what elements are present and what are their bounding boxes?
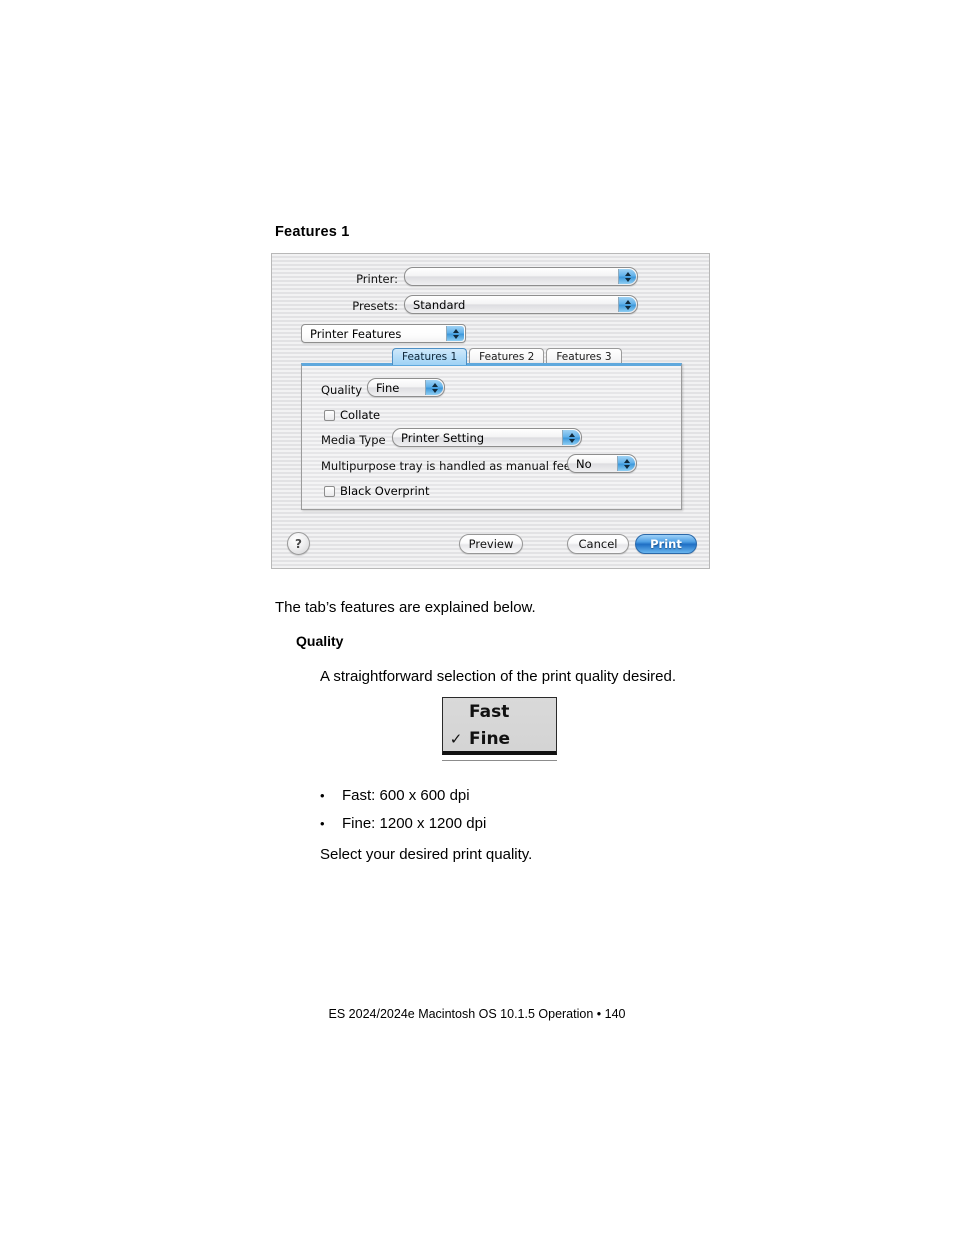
collate-checkbox[interactable] <box>324 409 335 421</box>
list-item-label: Fast: 600 x 600 dpi <box>342 787 470 804</box>
print-dialog: Printer: Presets: Standard Printer Featu… <box>271 253 710 569</box>
menu-item-label: Fine <box>469 728 511 749</box>
stepper-arrows-icon <box>425 380 443 395</box>
bullet-icon: • <box>320 788 325 803</box>
features-1-panel: Quality Fine Collate Media Type Printer … <box>301 363 682 510</box>
manual-feed-popup-value: No <box>576 456 592 471</box>
collate-checkbox-row[interactable]: Collate <box>324 408 380 422</box>
black-overprint-label: Black Overprint <box>340 484 430 498</box>
media-type-label: Media Type <box>321 433 386 447</box>
menu-screenshot-underline <box>442 760 557 761</box>
presets-label: Presets: <box>352 299 398 313</box>
preview-button-label: Preview <box>468 537 514 551</box>
help-icon: ? <box>295 536 302 551</box>
intro-paragraph: The tab’s features are explained below. <box>275 599 536 616</box>
collate-label: Collate <box>340 408 381 422</box>
stepper-arrows-icon <box>562 430 580 445</box>
quality-menu-screenshot: Fast ✓ Fine <box>442 697 557 755</box>
tab-label: Features 2 <box>479 351 535 363</box>
manual-feed-label: Multipurpose tray is handled as manual f… <box>321 459 579 473</box>
black-overprint-checkbox-row[interactable]: Black Overprint <box>324 484 429 498</box>
print-button-label: Print <box>650 537 682 551</box>
quality-popup-value: Fine <box>376 380 400 395</box>
quality-label: Quality <box>321 383 363 397</box>
cancel-button-label: Cancel <box>578 537 618 551</box>
page-heading: Features 1 <box>275 224 350 240</box>
checkmark-icon: ✓ <box>449 729 463 748</box>
menu-item-fine[interactable]: ✓ Fine <box>443 725 556 752</box>
quality-popup[interactable]: Fine <box>367 378 445 397</box>
print-button[interactable]: Print <box>635 534 697 554</box>
stepper-arrows-icon <box>618 269 636 284</box>
quality-paragraph: A straightforward selection of the print… <box>320 668 677 685</box>
help-button[interactable]: ? <box>287 532 310 555</box>
presets-popup-value: Standard <box>413 297 466 312</box>
stepper-arrows-icon <box>618 297 636 312</box>
quality-sub-heading: Quality <box>296 633 344 649</box>
media-type-popup-value: Printer Setting <box>401 430 485 445</box>
list-item-label: Fine: 1200 x 1200 dpi <box>342 815 487 832</box>
stepper-arrows-icon <box>446 326 464 341</box>
printer-label: Printer: <box>356 272 398 286</box>
closing-paragraph: Select your desired print quality. <box>320 846 533 863</box>
tab-label: Features 3 <box>556 351 612 363</box>
printer-popup[interactable] <box>404 267 638 286</box>
list-item: • Fast: 600 x 600 dpi <box>320 787 486 815</box>
black-overprint-checkbox[interactable] <box>324 485 335 497</box>
media-type-popup[interactable]: Printer Setting <box>392 428 582 447</box>
list-item: • Fine: 1200 x 1200 dpi <box>320 815 486 843</box>
tab-features-1[interactable]: Features 1 <box>392 348 468 365</box>
presets-popup[interactable]: Standard <box>404 295 638 314</box>
menu-item-label: Fast <box>469 701 510 722</box>
pane-selector-popup[interactable]: Printer Features <box>301 324 466 343</box>
manual-feed-popup[interactable]: No <box>567 454 637 473</box>
quality-bullet-list: • Fast: 600 x 600 dpi • Fine: 1200 x 120… <box>320 787 486 843</box>
cancel-button[interactable]: Cancel <box>567 534 629 554</box>
stepper-arrows-icon <box>617 456 635 471</box>
preview-button[interactable]: Preview <box>459 534 523 554</box>
pane-selector-value: Printer Features <box>310 326 402 341</box>
bullet-icon: • <box>320 816 325 831</box>
page-footer: ES 2024/2024e Macintosh OS 10.1.5 Operat… <box>328 1007 626 1021</box>
menu-item-fast[interactable]: Fast <box>443 698 556 725</box>
tab-label: Features 1 <box>402 351 458 363</box>
